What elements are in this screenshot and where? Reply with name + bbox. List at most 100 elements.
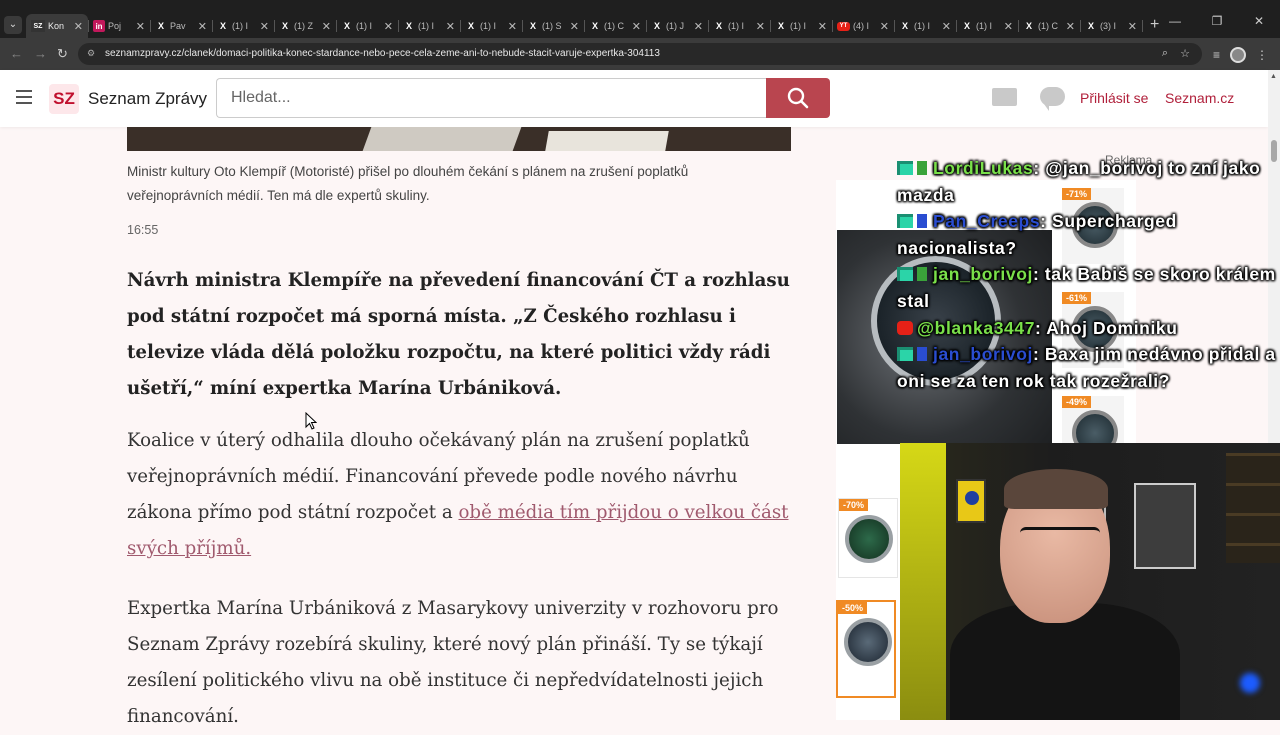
chat-username: jan_borivoj <box>933 344 1033 365</box>
tab-title: (1) I <box>418 21 435 31</box>
stream-chat-overlay: LordiLukas: @jan_borivoj to zní jako maz… <box>897 155 1277 394</box>
tab-title: (3) I <box>1100 21 1117 31</box>
window-controls: — ❐ ✕ <box>1154 14 1280 28</box>
tab-title: (1) I <box>480 21 497 31</box>
article-lead: Návrh ministra Klempíře na převedení fin… <box>127 270 790 399</box>
tab[interactable]: X (1) I ✕ <box>708 14 771 38</box>
tab-list: SZ Kon ✕ in Poj ✕ X Pav ✕ X (1) I ✕ X (1) Z ✕ X (1) I ✕ X (… <box>26 14 1167 38</box>
close-tab-icon[interactable]: ✕ <box>508 20 517 33</box>
close-tab-icon[interactable]: ✕ <box>880 20 889 33</box>
close-tab-icon[interactable]: ✕ <box>136 20 145 33</box>
chat-message: jan_borivoj: tak Babiš se skoro králem s… <box>897 261 1277 314</box>
logo-badge[interactable]: SZ <box>49 84 79 114</box>
close-tab-icon[interactable]: ✕ <box>1066 20 1075 33</box>
tab[interactable]: X (1) I ✕ <box>894 14 957 38</box>
chat-badge-icon <box>917 214 927 229</box>
twitch-icon <box>897 267 913 282</box>
close-tab-icon[interactable]: ✕ <box>260 20 269 33</box>
tab-search-button[interactable]: ⌄ <box>4 16 22 34</box>
tab-title: Pav <box>170 21 186 31</box>
x-favicon-icon: X <box>343 21 350 31</box>
tab[interactable]: X (1) J ✕ <box>646 14 709 38</box>
search-input[interactable] <box>216 78 766 118</box>
browser-toolbar: ≡ ⋮ <box>1213 47 1268 63</box>
chat-message: jan_borivoj: Baxa jim nedávno přidal a o… <box>897 341 1277 394</box>
discount-badge: -49% <box>1062 396 1092 408</box>
chat-username: Pan_Creeps <box>933 211 1041 232</box>
restore-icon[interactable]: ❐ <box>1196 14 1238 28</box>
tab[interactable]: X Pav ✕ <box>150 14 213 38</box>
url-text[interactable]: seznamzpravy.cz/clanek/domaci-politika-k… <box>105 48 660 59</box>
close-tab-icon[interactable]: ✕ <box>942 20 951 33</box>
tab[interactable]: X (1) Z ✕ <box>274 14 337 38</box>
close-tab-icon[interactable]: ✕ <box>1004 20 1013 33</box>
chat-username: jan_borivoj <box>933 264 1033 285</box>
close-tab-icon[interactable]: ✕ <box>632 20 641 33</box>
seznam-link[interactable]: Seznam.cz <box>1165 90 1234 106</box>
close-tab-icon[interactable]: ✕ <box>198 20 207 33</box>
close-tab-icon[interactable]: ✕ <box>818 20 827 33</box>
media-icon[interactable]: ≡ <box>1213 48 1220 62</box>
site-info-icon[interactable]: ⚙ <box>87 48 99 60</box>
menu-icon[interactable] <box>16 90 32 104</box>
ad-thumbnail[interactable]: -70% <box>838 498 898 578</box>
profile-avatar[interactable] <box>1230 47 1246 63</box>
close-tab-icon[interactable]: ✕ <box>384 20 393 33</box>
close-tab-icon[interactable]: ✕ <box>322 20 331 33</box>
twitch-icon <box>897 214 913 229</box>
x-favicon-icon: X <box>963 21 970 31</box>
tab[interactable]: X (1) I ✕ <box>212 14 275 38</box>
tab-title: (4) I <box>853 21 870 31</box>
reload-icon[interactable]: ↻ <box>57 46 68 62</box>
tab[interactable]: X (1) S ✕ <box>522 14 585 38</box>
forward-icon[interactable]: → <box>34 46 47 61</box>
mail-icon[interactable] <box>992 88 1017 106</box>
tab[interactable]: X (1) I ✕ <box>398 14 461 38</box>
tab-title: (1) I <box>232 21 249 31</box>
chat-badge-icon <box>917 347 927 362</box>
more-menu-icon[interactable]: ⋮ <box>1256 48 1268 62</box>
tab[interactable]: in Poj ✕ <box>88 14 151 38</box>
x-favicon-icon: X <box>219 21 226 31</box>
close-tab-icon[interactable]: ✕ <box>570 20 579 33</box>
login-link[interactable]: Přihlásit se <box>1080 90 1148 106</box>
tab-title: (1) I <box>976 21 993 31</box>
x-favicon-icon: X <box>591 21 598 31</box>
close-tab-icon[interactable]: ✕ <box>74 20 83 33</box>
tab-active[interactable]: SZ Kon ✕ <box>26 14 89 38</box>
chat-icon[interactable] <box>1040 87 1065 111</box>
tab[interactable]: X (1) I ✕ <box>460 14 523 38</box>
close-tab-icon[interactable]: ✕ <box>694 20 703 33</box>
address-bar-row: ← → ↻ ⚙ seznamzpravy.cz/clanek/domaci-po… <box>0 38 1280 70</box>
scroll-up-icon[interactable]: ▲ <box>1270 73 1277 80</box>
close-tab-icon[interactable]: ✕ <box>1128 20 1137 33</box>
chat-username: LordiLukas <box>933 158 1034 178</box>
article-paragraph: Koalice v úterý odhalila dlouho očekávan… <box>127 423 791 567</box>
discount-badge: -50% <box>838 602 868 614</box>
chat-username: @blanka3447 <box>917 317 1036 338</box>
tab-title: (1) C <box>1038 21 1058 31</box>
close-tab-icon[interactable]: ✕ <box>756 20 765 33</box>
minimize-icon[interactable]: — <box>1154 14 1196 28</box>
close-tab-icon[interactable]: ✕ <box>446 20 455 33</box>
tab-title: Kon <box>48 21 65 31</box>
chat-message: LordiLukas: @jan_borivoj to zní jako maz… <box>897 155 1277 208</box>
close-window-icon[interactable]: ✕ <box>1238 14 1280 28</box>
tab[interactable]: X (1) C ✕ <box>1018 14 1081 38</box>
logo-text[interactable]: Seznam Zprávy <box>88 89 207 109</box>
zoom-icon[interactable]: ⌕ <box>1162 47 1168 60</box>
tab[interactable]: X (1) C ✕ <box>584 14 647 38</box>
tab[interactable]: YT (4) I ✕ <box>832 14 895 38</box>
bookmark-star-icon[interactable]: ☆ <box>1180 47 1190 60</box>
ad-thumbnail-selected[interactable]: -50% <box>836 600 896 698</box>
search-button[interactable] <box>766 78 830 118</box>
back-icon[interactable]: ← <box>10 46 23 61</box>
url-field[interactable]: ⚙ seznamzpravy.cz/clanek/domaci-politika… <box>78 43 1202 65</box>
tab[interactable]: X (3) I ✕ <box>1080 14 1143 38</box>
tab[interactable]: X (1) I ✕ <box>770 14 833 38</box>
tab-title: (1) C <box>604 21 624 31</box>
article-hero-image <box>127 127 791 151</box>
tab[interactable]: X (1) I ✕ <box>956 14 1019 38</box>
article-time: 16:55 <box>127 223 159 237</box>
tab[interactable]: X (1) I ✕ <box>336 14 399 38</box>
